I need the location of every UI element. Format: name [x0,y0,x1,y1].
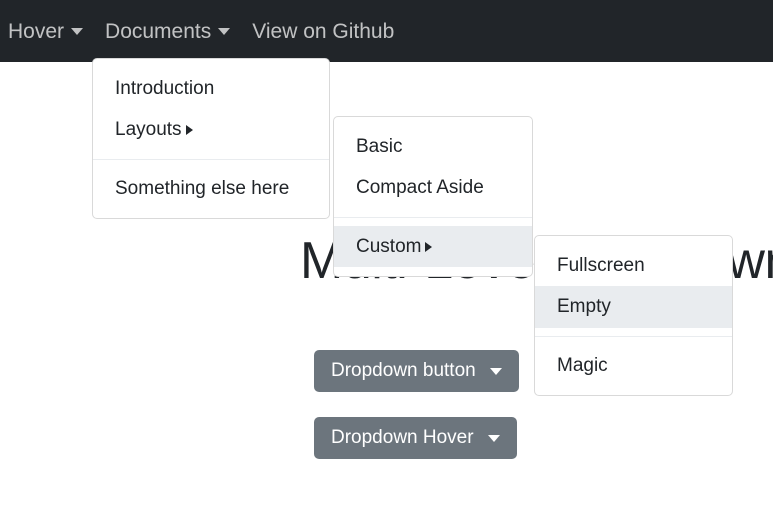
nav-item-hover[interactable]: Hover [8,19,84,43]
menu-item-empty-label: Empty [557,296,611,318]
menu-item-layouts[interactable]: Layouts [93,109,329,150]
menu-item-custom-label: Custom [356,235,422,257]
menu-item-fullscreen-label: Fullscreen [557,255,645,276]
dropdown-menu-layouts: Basic Compact Aside Custom [333,116,533,278]
menu-item-compact-aside[interactable]: Compact Aside [334,167,532,208]
caret-right-icon [185,125,193,136]
dropdown-menu-custom: Fullscreen Empty Magic [534,235,733,397]
nav-item-documents[interactable]: Documents [105,19,231,43]
nav-item-view-on-github-label: View on Github [252,19,395,43]
menu-item-something-else-here-label: Something else here [115,177,290,199]
top-navbar: Hover Documents View on Github [0,0,773,62]
menu-divider [334,216,532,218]
menu-item-compact-aside-label: Compact Aside [356,177,484,199]
caret-down-icon [487,434,500,442]
menu-item-magic[interactable]: Magic [535,345,732,386]
menu-item-basic[interactable]: Basic [334,126,532,167]
nav-item-documents-label: Documents [105,19,212,43]
menu-item-something-else-here[interactable]: Something else here [93,168,329,209]
menu-item-magic-label: Magic [557,354,608,376]
dropdown-button[interactable]: Dropdown button [314,350,519,392]
dropdown-menu-documents: Introduction Layouts Something else here [92,58,330,220]
menu-item-fullscreen[interactable]: Fullscreen [535,245,732,286]
menu-item-layouts-label: Layouts [115,119,182,141]
menu-item-empty[interactable]: Empty [535,286,732,328]
menu-item-introduction[interactable]: Introduction [93,68,329,109]
caret-right-icon [425,241,433,252]
menu-divider [535,335,732,337]
dropdown-button-label: Dropdown button [331,360,476,381]
menu-item-introduction-label: Introduction [115,78,215,99]
menu-item-basic-label: Basic [356,136,403,157]
caret-down-icon [489,367,502,375]
nav-item-view-on-github[interactable]: View on Github [252,21,394,42]
nav-item-hover-label: Hover [8,19,65,43]
caret-down-icon [218,27,231,35]
dropdown-hover-button-label: Dropdown Hover [331,427,474,448]
menu-divider [93,158,329,160]
caret-down-icon [71,27,84,35]
dropdown-hover-button[interactable]: Dropdown Hover [314,417,517,459]
menu-item-custom[interactable]: Custom [334,225,532,268]
